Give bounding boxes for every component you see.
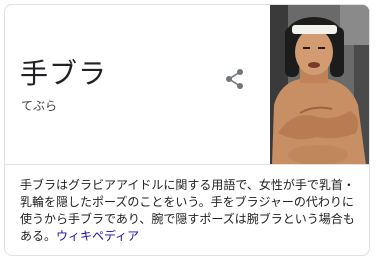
section-divider	[5, 164, 369, 165]
share-icon	[226, 69, 243, 89]
person-photo	[270, 5, 369, 165]
entity-description: 手ブラはグラビアアイドルに関する用語で、女性が手で乳首・乳輪を隠したポーズのこと…	[20, 177, 356, 245]
share-button[interactable]	[223, 67, 247, 91]
entity-reading: てぶら	[21, 99, 58, 113]
entity-image[interactable]	[270, 5, 369, 165]
panel-header: 手ブラ てぶら	[5, 5, 369, 165]
knowledge-panel-card: 手ブラ てぶら 手ブラはグラビアアイドルに関する用語で、女性が手で乳首・乳輪を隠…	[4, 4, 370, 256]
wikipedia-source-link[interactable]: ウィキペディア	[56, 229, 139, 243]
entity-title: 手ブラ	[20, 57, 108, 90]
